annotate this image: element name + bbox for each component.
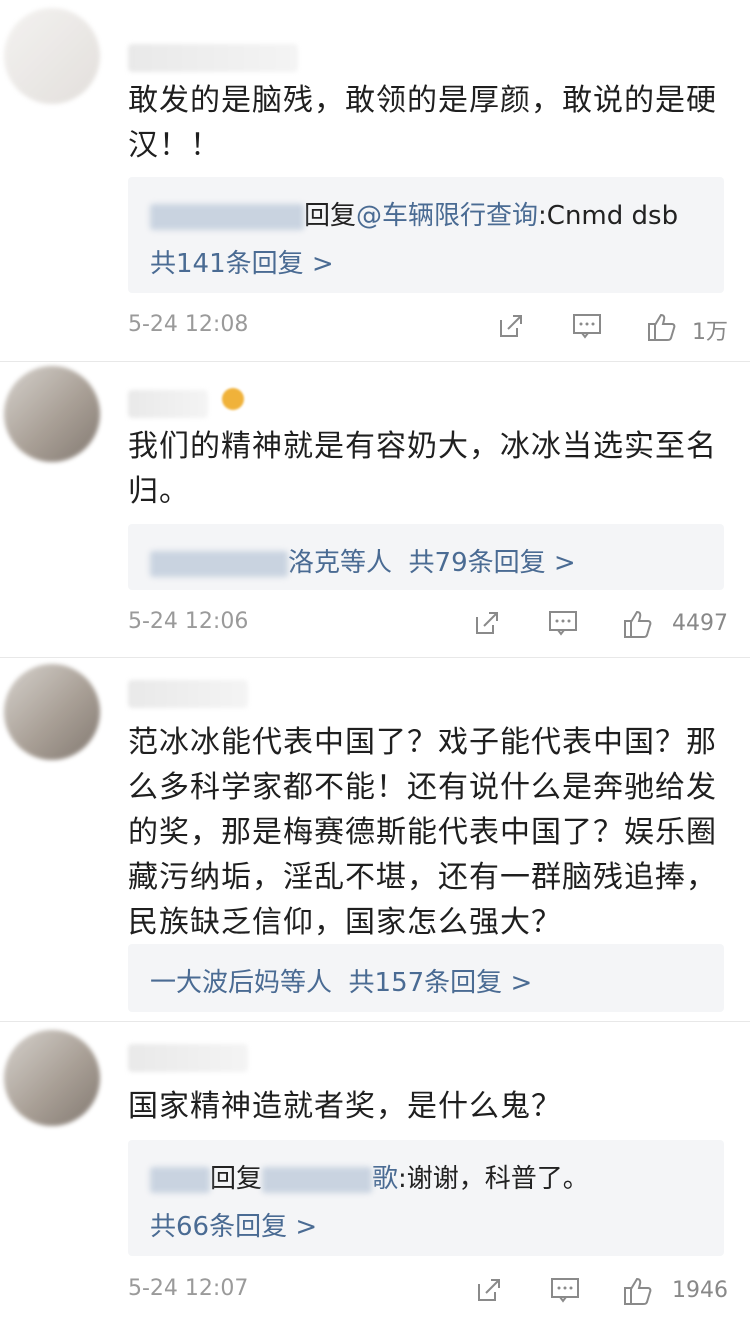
view-all-replies-link[interactable]: 共66条回复 > [150, 1206, 317, 1243]
share-icon[interactable] [474, 1276, 502, 1308]
avatar[interactable] [4, 1030, 100, 1126]
view-all-replies-link[interactable]: 共79条回复 > [409, 548, 576, 578]
reply-summary[interactable]: 洛克等人 共79条回复 > [150, 542, 576, 579]
reply-box[interactable]: 一大波后妈等人 共157条回复 > [128, 944, 724, 1012]
view-all-replies-link[interactable]: 共157条回复 > [349, 968, 533, 998]
share-icon[interactable] [496, 312, 524, 344]
comment-text: 敢发的是脑残，敢领的是厚颜，敢说的是硬 汉！！ [128, 83, 717, 163]
comment-meta: 5-24 12:06 4497 [128, 605, 728, 645]
comment-3: 范冰冰能代表中国了？戏子能代表中国？那 么多科学家都不能！还有说什么是奔驰给发 … [0, 658, 750, 1020]
reply-preview[interactable]: 回复 歌:谢谢，科普了。 [150, 1158, 589, 1195]
comment-1: 敢发的是脑残，敢领的是厚颜，敢说的是硬 汉！！ 回复@车辆限行查询:Cnmd d… [0, 0, 750, 362]
avatar[interactable] [4, 664, 100, 760]
view-all-replies-link[interactable]: 共141条回复 > [150, 243, 334, 280]
comment-meta: 5-24 12:08 1万 [128, 308, 728, 348]
comment-text: 范冰冰能代表中国了？戏子能代表中国？那 么多科学家都不能！还有说什么是奔驰给发 … [128, 725, 717, 940]
reply-box[interactable]: 回复@车辆限行查询:Cnmd dsb 共141条回复 > [128, 177, 724, 293]
comment-icon[interactable] [572, 312, 602, 344]
like-count: 1万 [692, 320, 728, 345]
comment-text: 国家精神造就者奖，是什么鬼？ [128, 1089, 562, 1124]
reply-box[interactable]: 洛克等人 共79条回复 > [128, 524, 724, 590]
comment-meta: 5-24 12:07 1946 [128, 1272, 728, 1312]
reply-box[interactable]: 回复 歌:谢谢，科普了。 共66条回复 > [128, 1140, 724, 1256]
avatar[interactable] [4, 8, 100, 104]
reply-preview[interactable]: 回复@车辆限行查询:Cnmd dsb [150, 195, 678, 232]
like-count: 4497 [672, 611, 728, 636]
username-blurred[interactable] [128, 1044, 248, 1072]
username-blurred[interactable] [128, 390, 208, 418]
comment-icon[interactable] [550, 1276, 580, 1308]
replier-blurred [150, 1166, 210, 1193]
comment-icon[interactable] [548, 609, 578, 641]
username-blurred[interactable] [128, 44, 298, 72]
comment-text: 我们的精神就是有容奶大，冰冰当选实至名 归。 [128, 429, 717, 509]
reply-summary[interactable]: 一大波后妈等人 共157条回复 > [150, 962, 532, 999]
like-icon[interactable] [622, 609, 654, 643]
repliers-link[interactable]: 洛克等人 [288, 548, 392, 578]
username-blurred[interactable] [128, 680, 248, 708]
comment-2: 我们的精神就是有容奶大，冰冰当选实至名 归。 洛克等人 共79条回复 > 5-2… [0, 362, 750, 658]
timestamp: 5-24 12:06 [128, 609, 249, 634]
mention-blurred [262, 1166, 373, 1193]
like-count: 1946 [672, 1278, 728, 1303]
like-icon[interactable] [622, 1276, 654, 1310]
replier-blurred [150, 550, 288, 577]
mention-link[interactable]: 歌 [372, 1164, 398, 1194]
replier-blurred [150, 203, 304, 230]
avatar[interactable] [4, 366, 100, 462]
share-icon[interactable] [472, 609, 500, 641]
comment-4: 国家精神造就者奖，是什么鬼？ 回复 歌:谢谢，科普了。 共66条回复 > 5-24… [0, 1022, 750, 1322]
user-badge-icon [222, 388, 244, 410]
mention-link[interactable]: @车辆限行查询 [356, 201, 538, 231]
timestamp: 5-24 12:07 [128, 1276, 249, 1301]
timestamp: 5-24 12:08 [128, 312, 249, 337]
repliers-link[interactable]: 一大波后妈等人 [150, 968, 332, 998]
like-icon[interactable] [646, 312, 678, 346]
